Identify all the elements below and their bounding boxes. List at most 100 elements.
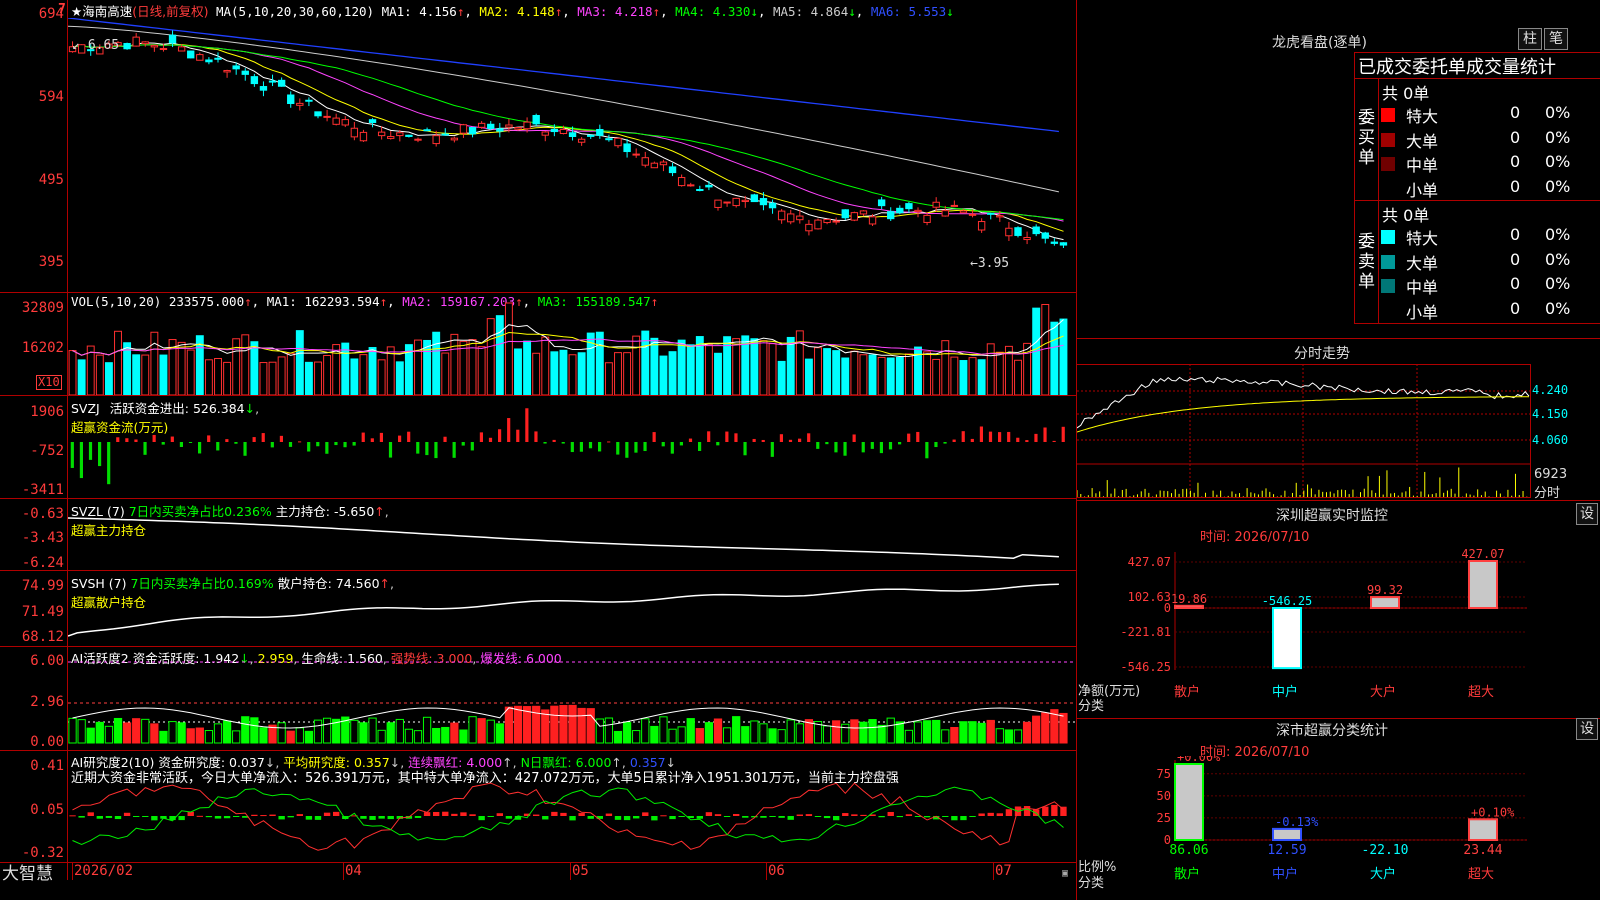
candle-body xyxy=(777,210,786,221)
research-chart[interactable] xyxy=(68,752,1076,862)
research-bar xyxy=(278,816,285,820)
sz-net-bar-chart[interactable]: 427.07102.630-221.81-546.2519.86散户-546.2… xyxy=(1077,540,1600,720)
activity-bar xyxy=(650,725,659,744)
order-type-name: 特大 xyxy=(1406,229,1439,248)
research-bar xyxy=(696,816,703,819)
cls-title: 深市超赢分类统计 xyxy=(1276,723,1388,739)
activity-bar xyxy=(441,726,450,744)
candle-body xyxy=(550,128,559,133)
activity-bar xyxy=(432,727,441,744)
sz-bar xyxy=(1468,560,1498,609)
flow-bar xyxy=(507,418,511,442)
activity-bar xyxy=(768,728,777,744)
flow-bar xyxy=(988,431,993,442)
research-bar xyxy=(87,812,94,816)
candle-body xyxy=(468,127,477,135)
ma-label: MA2: xyxy=(471,4,510,19)
activity-bar xyxy=(950,727,959,744)
ma-value: 4.156 xyxy=(411,4,457,19)
candle-body xyxy=(232,65,240,70)
y-tick-label: 16202 xyxy=(21,340,64,356)
intraday-title: 分时走势 xyxy=(1294,346,1350,362)
order-color-swatch xyxy=(1381,181,1395,196)
volume-bar xyxy=(150,331,159,395)
candle-body xyxy=(659,161,668,166)
y-tick-label: 2.96 xyxy=(30,694,64,710)
ma-sep: , xyxy=(660,4,668,19)
candle-body xyxy=(287,94,295,105)
sz-bar xyxy=(1272,607,1302,670)
kline-mode[interactable]: (日线,前复权) xyxy=(132,4,208,19)
candlestick-chart[interactable] xyxy=(68,18,1076,292)
volume-bar xyxy=(541,336,550,395)
flow-bar xyxy=(970,438,974,442)
flow-bar xyxy=(543,442,547,444)
flow-bar xyxy=(407,431,411,442)
order-count: 0 xyxy=(1510,225,1521,244)
sz-y-tick: 427.07 xyxy=(1128,555,1171,569)
flow-bar xyxy=(916,431,920,442)
activity-bar xyxy=(150,723,159,744)
activity-bar xyxy=(968,721,977,744)
research-bar xyxy=(196,815,203,817)
candle-body xyxy=(405,134,413,137)
activity-bar xyxy=(677,726,686,744)
volume-bar xyxy=(832,350,841,395)
volume-bar xyxy=(250,341,259,395)
tick-mode-button[interactable]: 笔 xyxy=(1544,28,1568,50)
flow-bar xyxy=(125,438,129,442)
order-percent: 0% xyxy=(1545,225,1571,244)
volume-bar xyxy=(686,344,695,395)
candle-body xyxy=(387,136,395,139)
flow-bar xyxy=(188,442,193,443)
research-bar xyxy=(814,816,822,817)
ma-arrow: ↓ xyxy=(946,4,954,19)
retail-holding-chart[interactable] xyxy=(68,572,1076,646)
activity-bar xyxy=(277,722,286,744)
intraday-chart[interactable] xyxy=(1077,364,1531,498)
activity-bar xyxy=(859,721,868,744)
research-bar xyxy=(260,815,267,817)
activity-bar xyxy=(86,727,95,744)
main-holding-chart[interactable] xyxy=(68,500,1076,570)
ma-sep: , xyxy=(464,4,472,19)
brand-logo[interactable]: 大智慧 xyxy=(2,864,53,884)
y-tick-label: 395 xyxy=(38,254,64,270)
flow-bar xyxy=(70,442,74,468)
flow-bar xyxy=(470,442,474,451)
activity-chart[interactable] xyxy=(68,648,1076,750)
candle-body xyxy=(1032,226,1040,235)
research-bar xyxy=(123,812,131,816)
fund-flow-chart[interactable] xyxy=(68,398,1076,498)
volume-bar xyxy=(395,361,404,395)
flow-bar xyxy=(216,442,220,451)
activity-bar xyxy=(459,729,468,744)
bar-mode-button[interactable]: 柱 xyxy=(1518,28,1542,50)
cls-settings-button[interactable]: 设 xyxy=(1576,718,1598,740)
candle-body xyxy=(496,128,504,132)
volume-chart[interactable] xyxy=(68,296,1076,395)
volume-bar xyxy=(895,356,904,395)
sz-settings-button[interactable]: 设 xyxy=(1576,503,1598,525)
activity-bar xyxy=(195,727,204,744)
research-bar xyxy=(823,816,831,819)
x-tick-label: 04 xyxy=(345,863,362,879)
flow-bar xyxy=(888,442,893,450)
candle-body xyxy=(559,128,568,135)
volume-bar xyxy=(514,348,522,395)
flow-bar xyxy=(670,442,674,454)
volume-bar xyxy=(1014,359,1022,395)
volume-bar xyxy=(432,331,441,395)
candle-body xyxy=(723,201,731,204)
candle-body xyxy=(587,134,595,137)
y-tick-label: 71.49 xyxy=(21,604,64,620)
lock-icon[interactable]: ▣ xyxy=(1062,866,1068,881)
candle-body xyxy=(1005,227,1013,237)
stock-title[interactable]: ★海南高速 xyxy=(71,4,132,19)
flow-bar xyxy=(134,439,138,442)
volume-bar xyxy=(968,357,977,395)
candle-body xyxy=(950,204,959,207)
order-type-name: 小单 xyxy=(1406,180,1439,200)
volume-bar xyxy=(823,348,832,395)
cls-ratio-bar-chart[interactable]: 7550250+0.00%86.06散户-0.13%12.59中户-22.10大… xyxy=(1077,756,1600,900)
